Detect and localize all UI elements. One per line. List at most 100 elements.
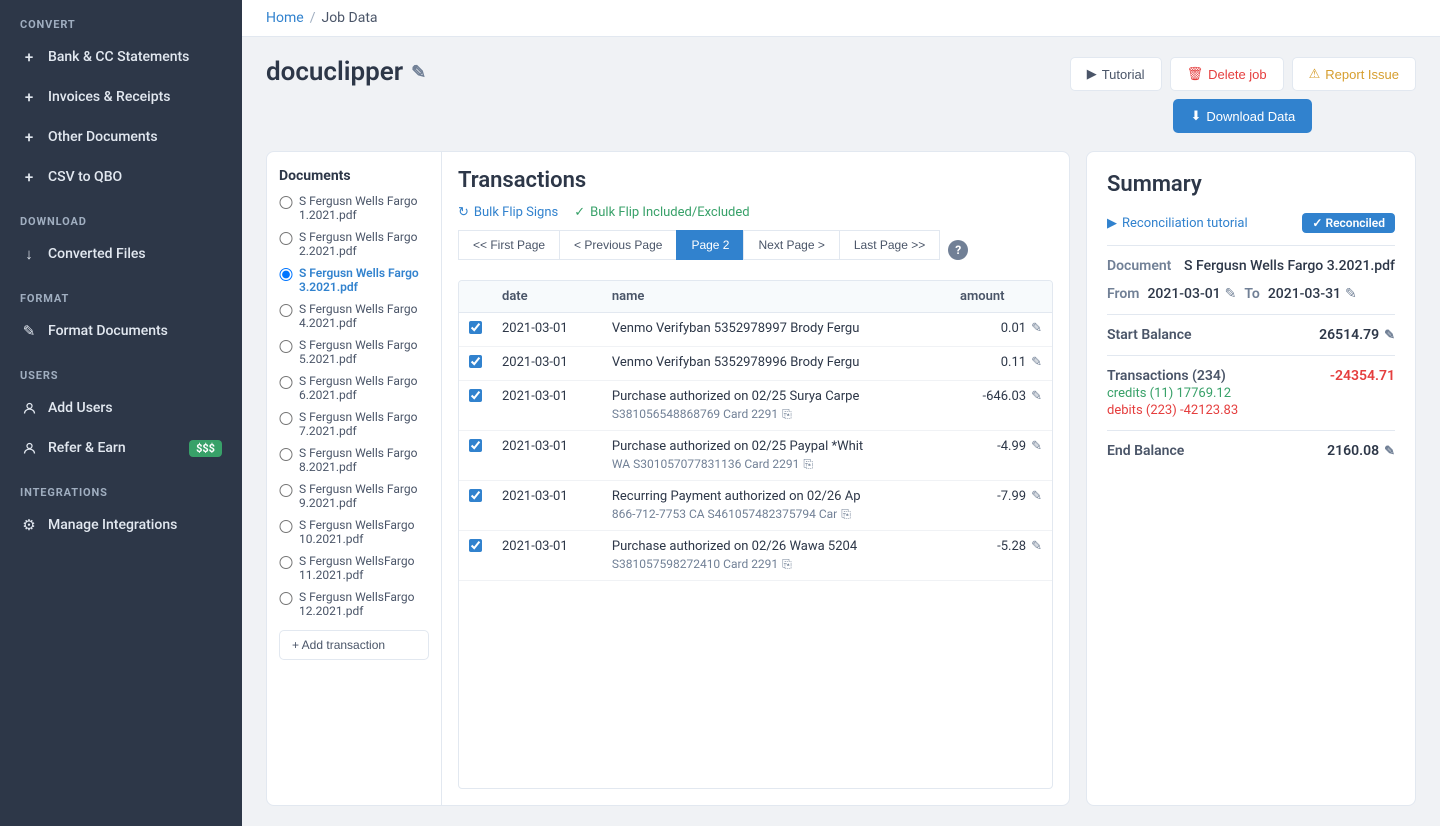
doc-item-2[interactable]: S Fergusn Wells Fargo 2.2021.pdf	[279, 230, 429, 258]
reconciliation-tutorial-link[interactable]: ▶ Reconciliation tutorial	[1107, 216, 1248, 231]
sidebar-item-invoices[interactable]: + Invoices & Receipts	[0, 77, 242, 117]
row-4-amount: -7.99✎	[950, 481, 1052, 531]
doc-radio-7[interactable]	[279, 412, 293, 425]
row-4-amount-cell: -7.99✎	[960, 489, 1042, 504]
bulk-flip-signs-link[interactable]: ↻ Bulk Flip Signs	[458, 205, 558, 220]
reconciled-badge: ✓ Reconciled	[1302, 213, 1395, 233]
sidebar-item-csv-qbo[interactable]: + CSV to QBO	[0, 157, 242, 197]
doc-item-4[interactable]: S Fergusn Wells Fargo 4.2021.pdf	[279, 302, 429, 330]
row-2-checkbox[interactable]	[469, 389, 482, 402]
last-page-button[interactable]: Last Page >>	[839, 230, 940, 260]
plus-icon: +	[20, 168, 38, 186]
doc-radio-6[interactable]	[279, 376, 293, 389]
sidebar-item-add-users[interactable]: Add Users	[0, 388, 242, 428]
doc-radio-2[interactable]	[279, 232, 293, 245]
row-3-checkbox[interactable]	[469, 439, 482, 452]
sidebar-item-other-docs[interactable]: + Other Documents	[0, 117, 242, 157]
row-0-edit-icon[interactable]: ✎	[1031, 321, 1042, 336]
prev-page-button[interactable]: < Previous Page	[559, 230, 676, 260]
copy-icon[interactable]: ⎘	[782, 407, 792, 421]
sidebar-item-refer-earn[interactable]: Refer & Earn $$$	[0, 428, 242, 468]
from-edit-icon[interactable]: ✎	[1225, 286, 1237, 302]
copy-icon[interactable]: ⎘	[782, 557, 792, 571]
row-2-edit-icon[interactable]: ✎	[1031, 389, 1042, 404]
row-4-edit-icon[interactable]: ✎	[1031, 489, 1042, 504]
help-icon[interactable]: ?	[948, 240, 968, 260]
main-content: Home / Job Data docuclipper ✎ ▶ Tutorial…	[242, 0, 1440, 826]
delete-job-button[interactable]: 🗑 Delete job	[1170, 57, 1284, 91]
sidebar-item-bank-cc-label: Bank & CC Statements	[48, 49, 189, 65]
doc-item-8[interactable]: S Fergusn Wells Fargo 8.2021.pdf	[279, 446, 429, 474]
convert-section-label: CONVERT	[0, 0, 242, 37]
doc-item-9[interactable]: S Fergusn Wells Fargo 9.2021.pdf	[279, 482, 429, 510]
edit-title-icon[interactable]: ✎	[411, 62, 426, 83]
row-3-name: Purchase authorized on 02/25 Paypal *Whi…	[602, 431, 950, 481]
copy-icon[interactable]: ⎘	[803, 457, 813, 471]
transactions-title: Transactions	[458, 168, 1053, 193]
download-icon: ⬇	[1190, 108, 1201, 124]
doc-item-6[interactable]: S Fergusn Wells Fargo 6.2021.pdf	[279, 374, 429, 402]
row-5-amount-value: -5.28	[997, 539, 1026, 554]
breadcrumb-home[interactable]: Home	[266, 10, 304, 26]
breadcrumb: Home / Job Data	[266, 10, 378, 26]
sidebar-item-refer-earn-label: Refer & Earn	[48, 440, 126, 456]
doc-radio-12[interactable]	[279, 592, 293, 605]
doc-item-1[interactable]: S Fergusn Wells Fargo 1.2021.pdf	[279, 194, 429, 222]
row-0-checkbox[interactable]	[469, 321, 482, 334]
row-1-edit-icon[interactable]: ✎	[1031, 355, 1042, 370]
doc-radio-9[interactable]	[279, 484, 293, 497]
from-value: 2021-03-01 ✎	[1147, 286, 1236, 302]
row-5-name: Purchase authorized on 02/26 Wawa 5204S3…	[602, 531, 950, 581]
sidebar-item-converted-files[interactable]: ↓ Converted Files	[0, 234, 242, 274]
row-4-checkbox[interactable]	[469, 489, 482, 502]
copy-icon[interactable]: ⎘	[841, 507, 851, 521]
doc-radio-4[interactable]	[279, 304, 293, 317]
tutorial-button[interactable]: ▶ Tutorial	[1070, 57, 1162, 91]
doc-radio-5[interactable]	[279, 340, 293, 353]
from-date: 2021-03-01	[1147, 286, 1220, 302]
debits-line: debits (223) -42123.83	[1107, 403, 1395, 418]
row-0-amount: 0.01✎	[950, 313, 1052, 347]
next-page-button[interactable]: Next Page >	[743, 230, 838, 260]
add-transaction-button[interactable]: + Add transaction	[279, 630, 429, 660]
from-to-row: From 2021-03-01 ✎ To 2021-03-31 ✎	[1107, 286, 1395, 302]
doc-item-7[interactable]: S Fergusn Wells Fargo 7.2021.pdf	[279, 410, 429, 438]
row-5-checkbox[interactable]	[469, 539, 482, 552]
doc-radio-1[interactable]	[279, 196, 293, 209]
doc-item-12[interactable]: S Fergusn WellsFargo 12.2021.pdf	[279, 590, 429, 618]
col-name: name	[602, 281, 950, 313]
row-5-edit-icon[interactable]: ✎	[1031, 539, 1042, 554]
doc-radio-3[interactable]	[279, 268, 293, 281]
to-edit-icon[interactable]: ✎	[1345, 286, 1357, 302]
doc-radio-11[interactable]	[279, 556, 293, 569]
row-5-date: 2021-03-01	[492, 531, 602, 581]
first-page-button[interactable]: << First Page	[458, 230, 559, 260]
sidebar-item-bank-cc[interactable]: + Bank & CC Statements	[0, 37, 242, 77]
doc-item-11[interactable]: S Fergusn WellsFargo 11.2021.pdf	[279, 554, 429, 582]
row-2-amount-cell: -646.03✎	[960, 389, 1042, 404]
download-data-button[interactable]: ⬇ Download Data	[1173, 99, 1312, 133]
doc-radio-8[interactable]	[279, 448, 293, 461]
doc-item-5[interactable]: S Fergusn Wells Fargo 5.2021.pdf	[279, 338, 429, 366]
start-balance-edit-icon[interactable]: ✎	[1384, 328, 1395, 343]
end-balance-edit-icon[interactable]: ✎	[1384, 444, 1395, 459]
transactions-table: date name amount 2021-03-01Venmo Verifyb…	[458, 280, 1053, 789]
transactions-panel: Transactions ↻ Bulk Flip Signs ✓ Bulk Fl…	[442, 152, 1069, 805]
tutorial-label: Tutorial	[1102, 67, 1145, 82]
doc-radio-10[interactable]	[279, 520, 293, 533]
table-row: 2021-03-01Purchase authorized on 02/26 W…	[459, 531, 1052, 581]
refer-earn-badge: $$$	[189, 440, 222, 457]
bulk-flip-included-link[interactable]: ✓ Bulk Flip Included/Excluded	[574, 205, 749, 220]
sidebar-item-format-docs[interactable]: ✎ Format Documents	[0, 311, 242, 351]
sidebar-item-manage-integrations[interactable]: ⚙ Manage Integrations	[0, 505, 242, 545]
row-3-date: 2021-03-01	[492, 431, 602, 481]
current-page-button[interactable]: Page 2	[676, 230, 743, 260]
report-issue-button[interactable]: ⚠ Report Issue	[1292, 57, 1416, 91]
doc-item-10[interactable]: S Fergusn WellsFargo 10.2021.pdf	[279, 518, 429, 546]
sidebar-item-invoices-label: Invoices & Receipts	[48, 89, 170, 105]
sidebar-item-format-docs-label: Format Documents	[48, 323, 168, 339]
row-3-edit-icon[interactable]: ✎	[1031, 439, 1042, 454]
doc-item-3[interactable]: S Fergusn Wells Fargo 3.2021.pdf	[279, 266, 429, 294]
page-title-text: docuclipper	[266, 57, 403, 87]
row-1-checkbox[interactable]	[469, 355, 482, 368]
